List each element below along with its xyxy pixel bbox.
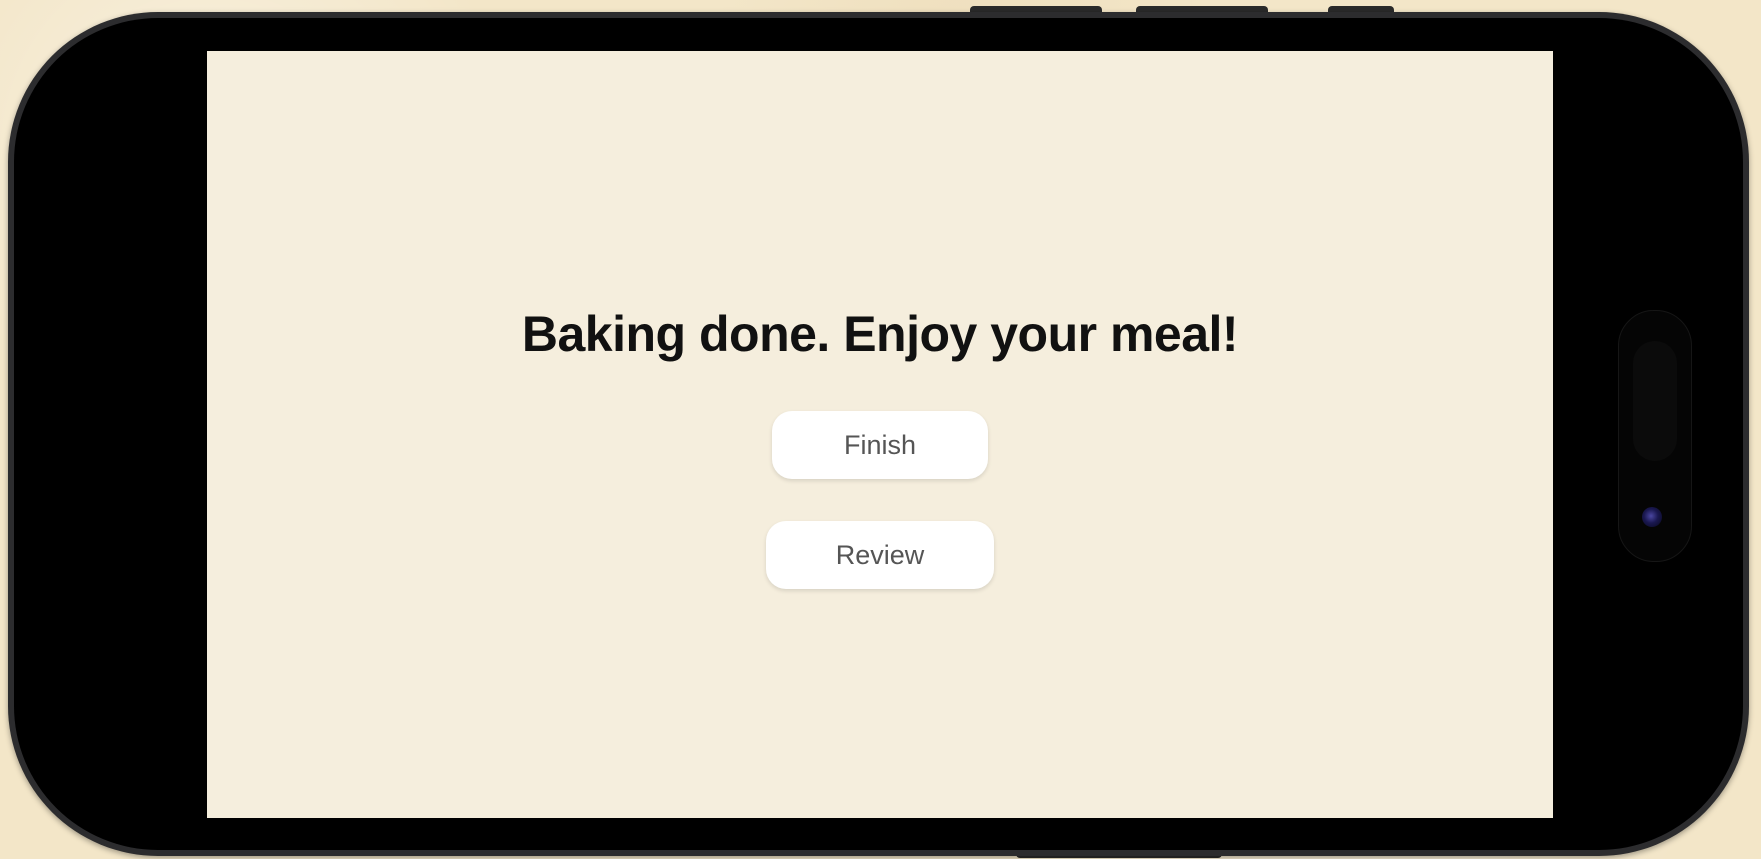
island-sensor: [1633, 341, 1677, 461]
finish-button[interactable]: Finish: [772, 411, 988, 479]
review-button[interactable]: Review: [766, 521, 994, 589]
front-camera-icon: [1642, 507, 1662, 527]
completion-message: Baking done. Enjoy your meal!: [521, 306, 1239, 362]
